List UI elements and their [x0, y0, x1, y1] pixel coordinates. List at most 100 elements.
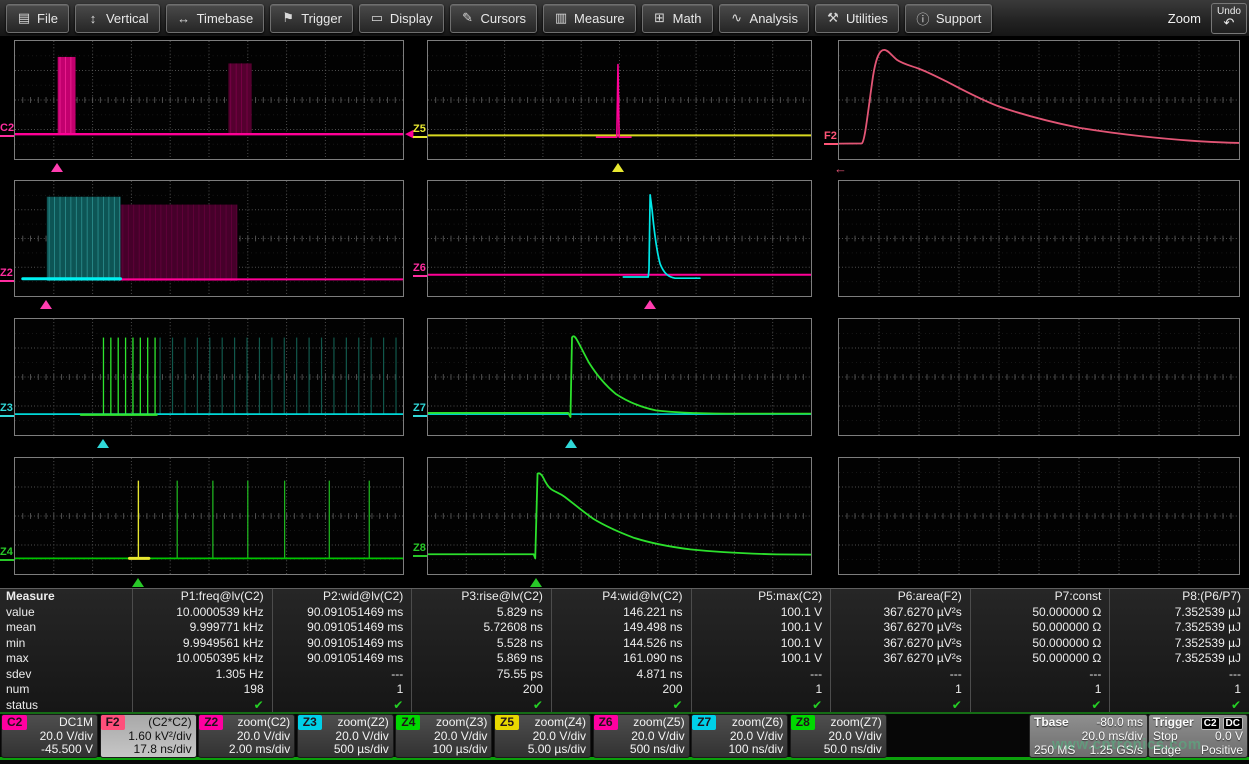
measure-row-label: sdev	[0, 667, 132, 683]
z4-position-marker[interactable]	[132, 578, 144, 587]
measure-table-title: Measure	[0, 589, 132, 605]
trigger-slope: Positive	[1201, 743, 1243, 757]
measure-cell: 367.6270 µV²s	[831, 651, 970, 667]
z5-waveform	[428, 41, 811, 159]
measure-cell: 1	[971, 682, 1110, 698]
r2c3-grid[interactable]	[838, 180, 1240, 297]
channel-tab-z8[interactable]: Z8	[791, 715, 815, 730]
z7-grid[interactable]	[427, 318, 812, 436]
c2-position-marker[interactable]	[51, 163, 63, 172]
support-menu-button[interactable]: ⓘSupport	[905, 4, 993, 33]
z5-position-marker[interactable]	[612, 163, 624, 172]
utilities-menu-button[interactable]: ⚒ Utilities	[815, 4, 899, 33]
z8-position-marker[interactable]	[530, 578, 542, 587]
measure-cell: ---	[692, 667, 831, 683]
channel-box-z3[interactable]: Z3zoom(Z2)20.0 V/div500 µs/div	[298, 715, 393, 757]
measure-menu-label: Measure	[574, 11, 625, 26]
file-menu-label: File	[37, 11, 58, 26]
f2-waveform	[839, 41, 1239, 159]
channel-tab-z5[interactable]: Z5	[495, 715, 519, 730]
z3-grid[interactable]	[14, 318, 404, 436]
display-menu-button[interactable]: ▭Display	[359, 4, 444, 33]
channel-tab-f2[interactable]: F2	[101, 715, 125, 730]
measure-cell: 5.869 ns	[412, 651, 551, 667]
measure-cell: ---	[831, 667, 970, 683]
channel-tab-z2[interactable]: Z2	[199, 715, 223, 730]
tbase-rate: 1.25 GS/s	[1090, 743, 1143, 757]
channel-tab-z6[interactable]: Z6	[594, 715, 618, 730]
measure-param-header[interactable]: P8:(P6/P7)	[1110, 589, 1249, 605]
measure-param-header[interactable]: P6:area(F2)	[831, 589, 970, 605]
channel-source-label: zoom(Z4)	[535, 715, 590, 729]
channel-box-z2[interactable]: Z2zoom(C2)20.0 V/div2.00 ms/div	[199, 715, 294, 757]
measure-cell: 200	[552, 682, 691, 698]
timebase-box[interactable]: Tbase-80.0 ms 20.0 ms/div 250 MS1.25 GS/…	[1030, 715, 1147, 757]
undo-button[interactable]: Undo ↶	[1211, 3, 1247, 34]
channel-tab-z4[interactable]: Z4	[396, 715, 420, 730]
channel-source-label: zoom(Z5)	[633, 715, 688, 729]
z7-waveform	[428, 319, 811, 435]
channel-box-z5[interactable]: Z5zoom(Z4)20.0 V/div5.00 µs/div	[495, 715, 590, 757]
z8-waveform	[428, 458, 811, 574]
channel-box-z8[interactable]: Z8zoom(Z7)20.0 V/div50.0 ns/div	[791, 715, 886, 757]
measure-row-label: max	[0, 651, 132, 667]
channel-offset: 100 µs/div	[396, 743, 491, 756]
file-menu-button[interactable]: ▤File	[6, 4, 69, 33]
z8-grid[interactable]	[427, 457, 812, 575]
channel-tab-z3[interactable]: Z3	[298, 715, 322, 730]
channel-tab-z7[interactable]: Z7	[692, 715, 716, 730]
z2-grid[interactable]	[14, 180, 404, 297]
c2-waveform	[15, 41, 403, 159]
z5-grid[interactable]	[427, 40, 812, 160]
channel-box-c2[interactable]: C2DC1M20.0 V/div-45.500 V	[2, 715, 97, 757]
r3c3-grid[interactable]	[838, 318, 1240, 436]
measure-param-header[interactable]: P2:wid@lv(C2)	[273, 589, 412, 605]
vertical-menu-button[interactable]: ↕Vertical	[75, 4, 160, 33]
measure-cell: 4.871 ns	[552, 667, 691, 683]
measure-icon: ▥	[554, 10, 568, 26]
f2-grid[interactable]	[838, 40, 1240, 160]
measure-param-header[interactable]: P1:freq@lv(C2)	[133, 589, 272, 605]
measure-menu-button[interactable]: ▥ Measure	[543, 4, 636, 33]
measure-param-header[interactable]: P4:wid@lv(C2)	[552, 589, 691, 605]
analysis-menu-button[interactable]: ∿Analysis	[719, 4, 809, 33]
channel-box-z6[interactable]: Z6zoom(Z5)20.0 V/div500 ns/div	[594, 715, 689, 757]
trigger-menu-button[interactable]: ⚑Trigger	[270, 4, 353, 33]
math-menu-button[interactable]: ⊞Math	[642, 4, 713, 33]
f2-trigger-position-arrow-icon[interactable]: ←	[834, 163, 847, 174]
timebase-menu-button[interactable]: ↔ Timebase	[166, 4, 265, 33]
measure-param-header[interactable]: P3:rise@lv(C2)	[412, 589, 551, 605]
utilities-icon: ⚒	[826, 10, 840, 26]
timebase-menu-label: Timebase	[197, 11, 254, 26]
c2-grid[interactable]	[14, 40, 404, 160]
cursors-menu-button[interactable]: ✎Cursors	[450, 4, 538, 33]
channel-box-f2[interactable]: F2(C2*C2)1.60 kV²/div17.8 ns/div	[101, 715, 196, 757]
trigger-box[interactable]: TriggerC2DC Stop0.0 V EdgePositive	[1149, 715, 1247, 757]
measure-row-labels-column: Measurevaluemeanminmaxsdevnumstatus	[0, 589, 133, 713]
menu-right-group: Zoom Undo ↶	[1168, 3, 1249, 34]
z7-position-marker[interactable]	[565, 439, 577, 448]
timebase-icon: ↔	[177, 11, 191, 26]
z4-grid[interactable]	[14, 457, 404, 575]
z6-position-marker[interactable]	[644, 300, 656, 309]
measure-param-header[interactable]: P5:max(C2)	[692, 589, 831, 605]
z2-position-marker[interactable]	[40, 300, 52, 309]
channel-box-z4[interactable]: Z4zoom(Z3)20.0 V/div100 µs/div	[396, 715, 491, 757]
measure-cell: 90.091051469 ms	[273, 651, 412, 667]
measure-param-column-p2: P2:wid@lv(C2)90.091051469 ms90.091051469…	[273, 589, 413, 713]
channel-source-label: zoom(C2)	[238, 715, 295, 729]
z6-grid[interactable]	[427, 180, 812, 297]
channel-box-z7[interactable]: Z7zoom(Z6)20.0 V/div100 ns/div	[692, 715, 787, 757]
f2-trace-label: F2	[824, 131, 838, 145]
z4-trace-label: Z4	[0, 547, 14, 561]
channel-tab-c2[interactable]: C2	[2, 715, 27, 730]
r4c3-grid[interactable]	[838, 457, 1240, 575]
z3-trace-label: Z3	[0, 403, 14, 417]
z5-trace-label: Z5	[413, 124, 427, 138]
measure-param-header[interactable]: P7:const	[971, 589, 1110, 605]
z3-position-marker[interactable]	[97, 439, 109, 448]
utilities-menu-label: Utilities	[846, 11, 888, 26]
measure-cell: 100.1 V	[692, 651, 831, 667]
z8-trace-label: Z8	[413, 543, 427, 557]
r3c3-waveform	[839, 319, 1239, 435]
